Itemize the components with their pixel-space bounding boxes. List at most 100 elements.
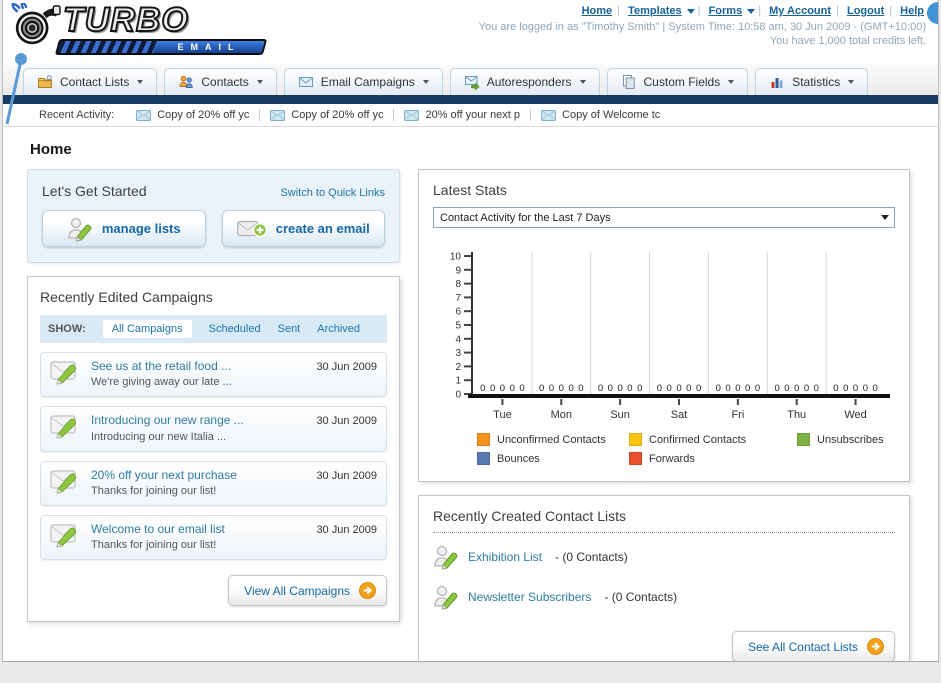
campaign-date: 30 Jun 2009	[316, 415, 377, 428]
svg-text:5: 5	[455, 321, 461, 332]
svg-text:0: 0	[480, 383, 485, 394]
activity-item-label: 20% off your next p	[425, 109, 521, 121]
envelope-pencil-icon	[50, 361, 77, 385]
nav-templates-link[interactable]: Templates	[628, 5, 682, 17]
view-all-campaigns-button[interactable]: View All Campaigns	[228, 575, 387, 607]
svg-text:0: 0	[617, 383, 622, 394]
recent-activity-item[interactable]: 20% off your next p	[404, 109, 532, 121]
svg-text:0: 0	[539, 383, 544, 394]
tab-contact-lists[interactable]: Contact Lists	[23, 68, 158, 95]
see-all-contact-lists-button[interactable]: See All Contact Lists	[731, 631, 895, 661]
person-pencil-icon	[434, 585, 458, 610]
nav-logout-link[interactable]: Logout	[847, 5, 884, 17]
tab-contacts[interactable]: Contacts	[164, 68, 277, 95]
contact-list-link[interactable]: Exhibition List	[468, 550, 542, 564]
manage-lists-label: manage lists	[101, 221, 181, 236]
legend-swatch	[629, 452, 642, 465]
campaign-row[interactable]: See us at the retail food ... We're givi…	[40, 352, 387, 398]
svg-text:0: 0	[794, 383, 799, 394]
filter-sent[interactable]: Sent	[278, 323, 301, 335]
view-all-campaigns-label: View All Campaigns	[244, 583, 350, 598]
chevron-down-icon	[881, 215, 889, 220]
navy-divider-bar	[3, 95, 938, 104]
legend-label: Unsubscribes	[817, 433, 884, 446]
campaign-row[interactable]: 20% off your next purchase Thanks for jo…	[40, 460, 387, 506]
legend-label: Forwards	[649, 452, 695, 465]
campaign-title-link[interactable]: 20% off your next purchase	[91, 467, 307, 484]
svg-text:7: 7	[455, 293, 461, 304]
recent-activity-item[interactable]: Copy of 20% off yc	[270, 109, 395, 121]
svg-text:0: 0	[853, 383, 858, 394]
contact-list-row[interactable]: Newsletter Subscribers - (0 Contacts)	[433, 580, 895, 613]
filter-scheduled[interactable]: Scheduled	[209, 323, 261, 335]
manage-lists-button[interactable]: manage lists	[42, 210, 206, 247]
svg-text:10: 10	[450, 252, 462, 263]
campaign-date: 30 Jun 2009	[316, 469, 377, 482]
filter-all-campaigns[interactable]: All Campaigns	[102, 320, 192, 338]
svg-text:0: 0	[667, 383, 672, 394]
recent-activity-item[interactable]: Copy of Welcome tc	[541, 109, 670, 121]
chevron-down-icon	[256, 80, 263, 84]
tab-label: Custom Fields	[643, 75, 721, 89]
legend-label: Confirmed Contacts	[649, 433, 747, 446]
nav-help-link[interactable]: Help	[900, 5, 924, 17]
envelope-pencil-icon	[50, 470, 77, 494]
stats-period-select[interactable]: Contact Activity for the Last 7 Days	[433, 207, 895, 228]
help-bubble-icon[interactable]	[927, 2, 938, 24]
tab-label: Autoresponders	[486, 75, 572, 89]
svg-text:0: 0	[549, 383, 554, 394]
tab-autoresponders[interactable]: Autoresponders	[449, 68, 600, 95]
nav-home-link[interactable]: Home	[582, 5, 613, 17]
legend-swatch	[629, 433, 642, 446]
header: TURBO EMAIL Home | Templates | Forms | My A…	[3, 0, 938, 64]
campaign-row[interactable]: Introducing our new range ... Introducin…	[40, 406, 387, 452]
chevron-down-icon	[579, 80, 586, 84]
tab-label: Contact Lists	[60, 75, 130, 89]
svg-text:0: 0	[608, 383, 613, 394]
svg-text:Fri: Fri	[731, 409, 744, 421]
svg-text:0: 0	[568, 383, 573, 394]
tab-statistics[interactable]: Statistics	[755, 68, 869, 95]
svg-text:0: 0	[676, 383, 681, 394]
svg-text:Sun: Sun	[610, 409, 630, 421]
svg-text:2: 2	[455, 362, 461, 373]
svg-text:0: 0	[519, 383, 524, 394]
legend-item: Confirmed Contacts	[629, 433, 797, 446]
latest-stats-title: Latest Stats	[433, 182, 507, 198]
tab-label: Statistics	[792, 75, 841, 89]
tab-email-campaigns[interactable]: Email Campaigns	[283, 68, 443, 95]
svg-text:0: 0	[598, 383, 603, 394]
autoresponders-icon	[464, 76, 480, 90]
dotted-divider	[433, 532, 895, 533]
campaign-row[interactable]: Welcome to our email list Thanks for joi…	[40, 514, 387, 561]
campaign-title-link[interactable]: See us at the retail food ...	[91, 358, 307, 375]
get-started-title: Let's Get Started	[42, 183, 147, 199]
legend-label: Bounces	[497, 452, 540, 465]
campaign-title-link[interactable]: Introducing our new range ...	[91, 412, 307, 429]
contact-list-row[interactable]: Exhibition List - (0 Contacts)	[433, 540, 895, 573]
filter-archived[interactable]: Archived	[317, 323, 360, 335]
contact-list-count: - (0 Contacts)	[555, 549, 628, 564]
chart-legend: Unconfirmed Contacts Confirmed Contacts Un…	[477, 433, 895, 465]
legend-item: Bounces	[477, 452, 629, 465]
tab-custom-fields[interactable]: Custom Fields	[606, 68, 749, 95]
contact-list-count: - (0 Contacts)	[604, 589, 678, 604]
campaign-title-link[interactable]: Welcome to our email list	[91, 521, 307, 538]
contact-list-link[interactable]: Newsletter Subscribers	[468, 590, 591, 604]
create-email-button[interactable]: create an email	[221, 210, 385, 247]
stats-period-value: Contact Activity for the Last 7 Days	[440, 211, 611, 224]
credits-info: You have 1,000 total credits left.	[769, 35, 926, 47]
arrow-right-icon	[867, 638, 884, 655]
recent-activity-label: Recent Activity:	[39, 109, 115, 121]
switch-quick-links[interactable]: Switch to Quick Links	[280, 187, 385, 199]
nav-forms-link[interactable]: Forms	[709, 5, 743, 17]
svg-text:0: 0	[863, 383, 868, 394]
see-all-contact-lists-label: See All Contact Lists	[747, 639, 858, 654]
svg-text:0: 0	[804, 383, 809, 394]
svg-text:Sat: Sat	[671, 409, 688, 421]
svg-text:0: 0	[686, 383, 691, 394]
chevron-down-icon	[686, 8, 695, 14]
arrow-right-icon	[359, 582, 376, 600]
recent-activity-item[interactable]: Copy of 20% off yc	[136, 109, 261, 121]
nav-my-account-link[interactable]: My Account	[769, 5, 831, 17]
